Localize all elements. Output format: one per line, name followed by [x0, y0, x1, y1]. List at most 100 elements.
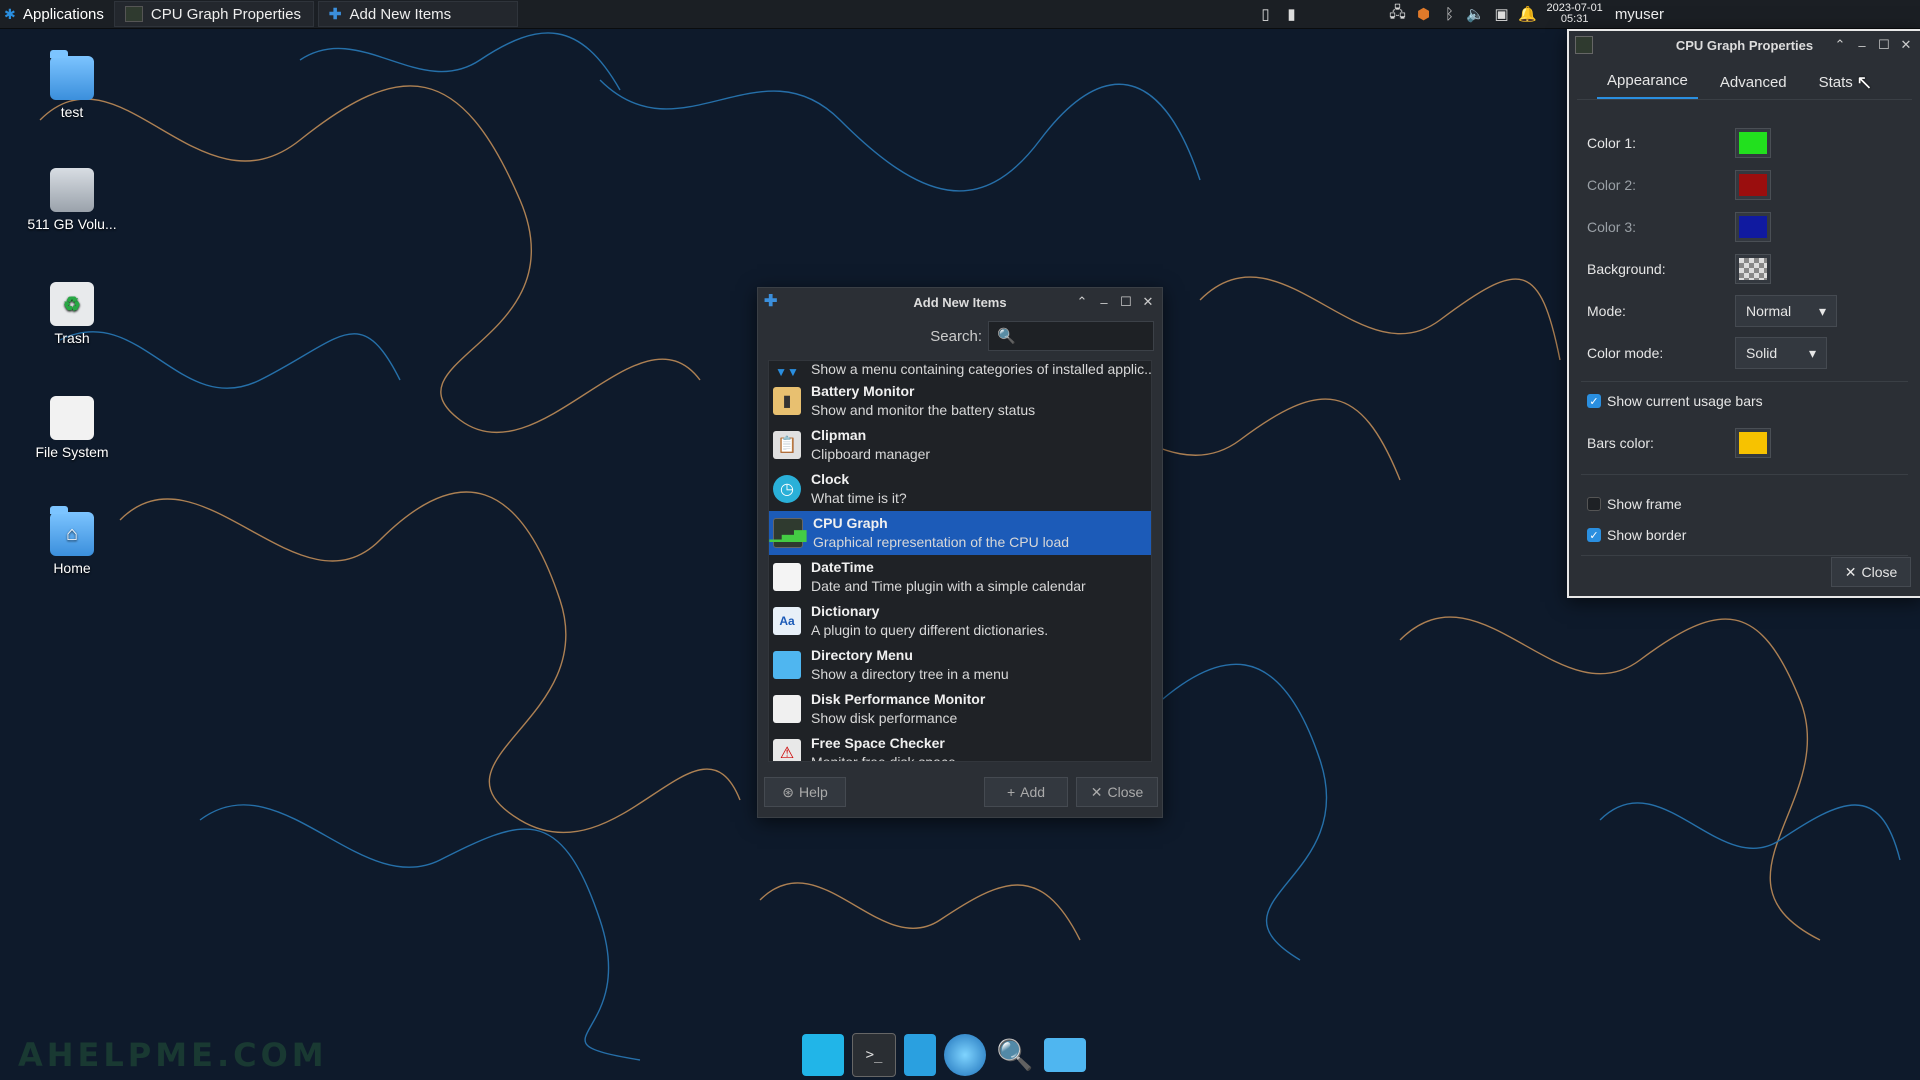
- mode-dropdown[interactable]: Normal ▾: [1735, 295, 1837, 327]
- folder-icon[interactable]: [1044, 1038, 1086, 1072]
- background-color-button[interactable]: [1735, 254, 1771, 284]
- color-mode-dropdown[interactable]: Solid ▾: [1735, 337, 1827, 369]
- item-name: Free Space Checker: [811, 735, 945, 751]
- close-icon[interactable]: ✕: [1138, 292, 1158, 312]
- list-item[interactable]: 📋 Clipman Clipboard manager: [769, 423, 1151, 467]
- desktop-icon-label: Home: [53, 560, 91, 576]
- task-label: Add New Items: [349, 5, 452, 23]
- tab-advanced[interactable]: Advanced: [1710, 74, 1797, 99]
- add-button[interactable]: + Add: [984, 777, 1068, 807]
- close-icon[interactable]: ✕: [1896, 35, 1916, 55]
- dock: >_ 🔍: [802, 1030, 1086, 1080]
- desktop-icon-trash[interactable]: ♻ Trash: [17, 282, 127, 346]
- color2-button[interactable]: [1735, 170, 1771, 200]
- network-icon[interactable]: 🖧: [1385, 0, 1411, 28]
- volume-icon[interactable]: 🔈: [1463, 0, 1489, 28]
- drive-icon: [50, 168, 94, 212]
- button-label: Close: [1107, 784, 1144, 800]
- trash-icon: ♻: [50, 282, 94, 326]
- titlebar[interactable]: ✚ Add New Items ⌃ – ☐ ✕: [758, 288, 1162, 316]
- list-item[interactable]: ▮ Battery Monitor Show and monitor the b…: [769, 379, 1151, 423]
- show-border-checkbox[interactable]: ✓: [1587, 528, 1601, 542]
- background-row: Background:: [1587, 254, 1771, 284]
- terminal-icon[interactable]: >_: [852, 1033, 896, 1077]
- item-description: What time is it?: [811, 490, 907, 506]
- close-button[interactable]: ✕ Close: [1831, 557, 1911, 587]
- list-item[interactable]: ◷ Clock What time is it?: [769, 467, 1151, 511]
- item-name: Clock: [811, 471, 850, 487]
- applications-menu-button[interactable]: ✱ Applications: [0, 0, 110, 28]
- color2-swatch: [1739, 174, 1767, 196]
- plugin-list[interactable]: ▼▼ Show a menu containing categories of …: [768, 360, 1152, 762]
- minimize-icon[interactable]: –: [1094, 292, 1114, 312]
- mode-label: Mode:: [1587, 303, 1626, 319]
- show-border-row[interactable]: ✓ Show border: [1587, 527, 1686, 543]
- item-description: Date and Time plugin with a simple calen…: [811, 578, 1086, 594]
- item-name: Clipman: [811, 427, 867, 443]
- color-mode-label: Color mode:: [1587, 345, 1664, 361]
- titlebar[interactable]: CPU Graph Properties ⌃ – ☐ ✕: [1569, 31, 1920, 59]
- show-frame-checkbox[interactable]: [1587, 497, 1601, 511]
- bars-color-label: Bars color:: [1587, 435, 1654, 451]
- close-button[interactable]: ✕ Close: [1076, 777, 1158, 807]
- cpu-graph-icon: ▁▃▅: [770, 518, 806, 548]
- search-input[interactable]: 🔍: [988, 321, 1154, 351]
- applications-label: Applications: [23, 5, 104, 23]
- item-description: Clipboard manager: [811, 446, 931, 462]
- clipboard-icon: 📋: [773, 431, 801, 459]
- show-bars-checkbox[interactable]: ✓: [1587, 394, 1601, 408]
- power-manager-icon[interactable]: ▣: [1489, 0, 1515, 28]
- minimize-icon[interactable]: –: [1852, 35, 1872, 55]
- list-item[interactable]: DateTime Date and Time plugin with a sim…: [769, 555, 1151, 599]
- tab-stats[interactable]: Stats: [1809, 74, 1863, 99]
- shade-icon[interactable]: ⌃: [1072, 292, 1092, 312]
- warning-disk-icon: ⚠: [773, 739, 801, 761]
- desktop-icon-label: 511 GB Volu...: [27, 216, 117, 232]
- color3-button[interactable]: [1735, 212, 1771, 242]
- list-item[interactable]: Aa Dictionary A plugin to query differen…: [769, 599, 1151, 643]
- folder-icon: [50, 50, 94, 100]
- tab-appearance[interactable]: Appearance: [1597, 72, 1698, 99]
- show-frame-row[interactable]: Show frame: [1587, 496, 1682, 512]
- clock-icon: ◷: [773, 475, 801, 503]
- color1-button[interactable]: [1735, 128, 1771, 158]
- desktop-icon-file-system[interactable]: File System: [17, 396, 127, 460]
- window-square-icon[interactable]: ▯: [1253, 0, 1279, 28]
- list-item[interactable]: ▼▼ Show a menu containing categories of …: [769, 361, 1151, 379]
- app-finder-icon[interactable]: 🔍: [994, 1034, 1036, 1076]
- battery-small-icon[interactable]: ▮: [1279, 0, 1305, 28]
- bars-color-button[interactable]: [1735, 428, 1771, 458]
- chevron-down-icon: ▾: [1818, 302, 1826, 319]
- maximize-icon[interactable]: ☐: [1116, 292, 1136, 312]
- add-plus-icon: ✚: [764, 293, 778, 310]
- bluetooth-icon[interactable]: ᛒ: [1437, 0, 1463, 28]
- battery-icon: ▮: [773, 387, 801, 415]
- taskbar-cpu-graph-properties[interactable]: CPU Graph Properties: [113, 1, 314, 27]
- list-item[interactable]: ⚠ Free Space Checker Monitor free disk s…: [769, 731, 1151, 761]
- show-bars-row[interactable]: ✓ Show current usage bars: [1587, 393, 1763, 409]
- desktop-icon-home[interactable]: ⌂ Home: [17, 506, 127, 576]
- help-button[interactable]: ⊛ Help: [764, 777, 846, 807]
- list-item-selected[interactable]: ▁▃▅ CPU Graph Graphical representation o…: [769, 511, 1151, 555]
- web-browser-icon[interactable]: [944, 1034, 986, 1076]
- show-desktop-icon[interactable]: [802, 1034, 844, 1076]
- list-item[interactable]: Disk Performance Monitor Show disk perfo…: [769, 687, 1151, 731]
- file-manager-icon[interactable]: [904, 1034, 936, 1076]
- notification-bell-icon[interactable]: 🔔: [1515, 0, 1541, 28]
- show-bars-label: Show current usage bars: [1607, 393, 1763, 409]
- shield-icon[interactable]: ⬢: [1411, 0, 1437, 28]
- desktop-icon-test[interactable]: test: [17, 50, 127, 120]
- button-label: Help: [798, 784, 828, 800]
- list-item[interactable]: Directory Menu Show a directory tree in …: [769, 643, 1151, 687]
- home-folder-icon: ⌂: [50, 506, 94, 556]
- help-icon: ⊛: [782, 783, 794, 800]
- panel-clock[interactable]: 2023-07-01 05:31: [1547, 3, 1603, 25]
- item-name: Disk Performance Monitor: [811, 691, 986, 707]
- button-label: Add: [1020, 784, 1046, 800]
- button-label: Close: [1861, 564, 1898, 580]
- shade-icon[interactable]: ⌃: [1830, 35, 1850, 55]
- desktop-icon-volume[interactable]: 511 GB Volu...: [17, 168, 127, 232]
- maximize-icon[interactable]: ☐: [1874, 35, 1894, 55]
- taskbar-add-new-items[interactable]: ✚ Add New Items: [317, 1, 518, 27]
- user-menu[interactable]: myuser: [1615, 6, 1664, 23]
